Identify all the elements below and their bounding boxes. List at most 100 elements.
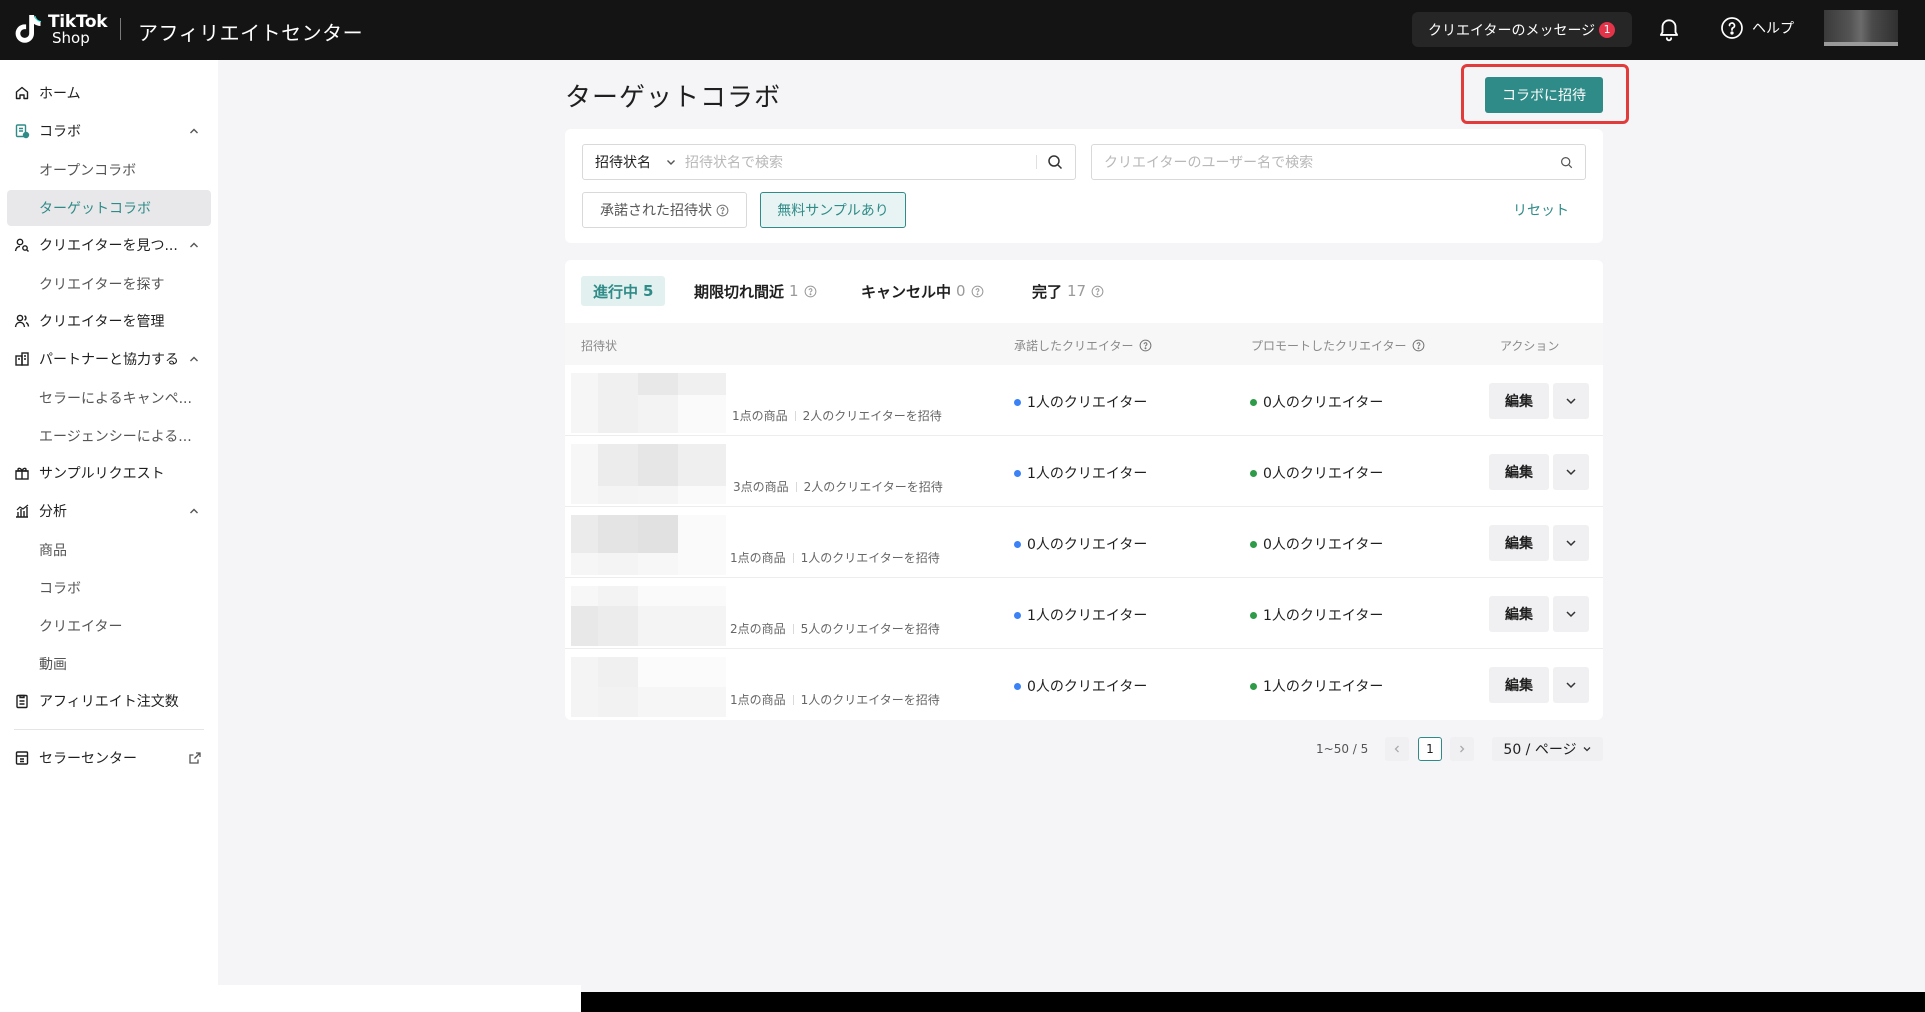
chevron-up-icon[interactable] bbox=[188, 505, 200, 517]
creator-search-placeholder[interactable]: クリエイターのユーザー名で検索 bbox=[1092, 152, 1550, 172]
invitation-select-value[interactable]: 招待状名 bbox=[583, 152, 663, 172]
table-row[interactable]: 3点の商品 2人のクリエイターを招待 1人のクリエイター 0人のクリエイター 編集 bbox=[565, 436, 1603, 507]
edit-button[interactable]: 編集 bbox=[1489, 454, 1549, 490]
column-promoted-creators: プロモートしたクリエイター bbox=[1251, 337, 1425, 354]
table-row[interactable]: 1点の商品 2人のクリエイターを招待 1人のクリエイター 0人のクリエイター 編集 bbox=[565, 365, 1603, 436]
product-count: 1点の商品 bbox=[730, 551, 786, 565]
chevron-up-icon[interactable] bbox=[188, 239, 200, 251]
sidebar-item-analytics-videos[interactable]: 動画 bbox=[39, 654, 67, 674]
chevron-down-icon[interactable] bbox=[665, 156, 677, 168]
sidebar-item-home[interactable]: ホーム bbox=[14, 83, 81, 103]
header-divider bbox=[120, 18, 121, 40]
more-actions-button[interactable] bbox=[1553, 454, 1589, 490]
accepted-creators-cell: 1人のクリエイター bbox=[1014, 463, 1147, 483]
sidebar-item-label: ホーム bbox=[39, 86, 81, 102]
invited-count: 5人のクリエイターを招待 bbox=[800, 622, 940, 636]
more-actions-button[interactable] bbox=[1553, 383, 1589, 419]
messages-badge: 1 bbox=[1599, 21, 1616, 38]
table-row[interactable]: 1点の商品 1人のクリエイターを招待 0人のクリエイター 0人のクリエイター 編集 bbox=[565, 507, 1603, 578]
tab-label: 完了 bbox=[1032, 282, 1063, 301]
sidebar-item-seller-campaign[interactable]: セラーによるキャンペ... bbox=[39, 388, 192, 408]
invitation-thumbnail bbox=[571, 586, 726, 646]
tab-count: 17 bbox=[1067, 282, 1087, 300]
question-icon bbox=[971, 285, 983, 297]
clipboard-icon bbox=[16, 694, 28, 709]
tab-count: 5 bbox=[643, 282, 654, 300]
more-actions-button[interactable] bbox=[1553, 525, 1589, 561]
more-actions-button[interactable] bbox=[1553, 667, 1589, 703]
sidebar-item-search-creators[interactable]: クリエイターを探す bbox=[39, 274, 164, 294]
sidebar-item-analytics-creators[interactable]: クリエイター bbox=[39, 616, 122, 636]
column-label: プロモートしたクリエイター bbox=[1251, 339, 1407, 353]
external-link-icon[interactable] bbox=[188, 751, 202, 765]
sidebar-item-label: 分析 bbox=[39, 504, 67, 520]
sidebar-item-target-collab[interactable]: ターゲットコラボ bbox=[39, 198, 151, 218]
product-count: 3点の商品 bbox=[733, 480, 789, 494]
sidebar-item-collab[interactable]: コラボ bbox=[14, 121, 81, 141]
invitation-search-field[interactable]: 招待状名 招待状名で検索 bbox=[582, 144, 1076, 180]
table-row[interactable]: 1点の商品 1人のクリエイターを招待 0人のクリエイター 1人のクリエイター 編集 bbox=[565, 649, 1603, 720]
sidebar-item-partner[interactable]: パートナーと協力する bbox=[14, 349, 179, 369]
sidebar-item-find-creators[interactable]: クリエイターを見つ... bbox=[14, 235, 178, 255]
chevron-left-icon bbox=[1394, 745, 1399, 753]
column-action: アクション bbox=[1500, 339, 1560, 353]
page-title: ターゲットコラボ bbox=[565, 83, 782, 113]
invitation-meta: 1点の商品 1人のクリエイターを招待 bbox=[730, 691, 940, 708]
chevron-up-icon[interactable] bbox=[188, 125, 200, 137]
edit-button[interactable]: 編集 bbox=[1489, 667, 1549, 703]
accepted-invitations-filter[interactable]: 承諾された招待状 bbox=[582, 192, 747, 228]
sidebar-item-sample-requests[interactable]: サンプルリクエスト bbox=[14, 463, 165, 483]
edit-button[interactable]: 編集 bbox=[1489, 383, 1549, 419]
building-icon bbox=[15, 352, 29, 366]
tab-completed[interactable]: 完了 17 bbox=[1032, 276, 1104, 306]
next-page-button[interactable] bbox=[1450, 737, 1474, 761]
chevron-down-icon bbox=[1566, 469, 1576, 476]
sidebar-item-label: コラボ bbox=[39, 124, 81, 140]
product-count: 2点の商品 bbox=[730, 622, 786, 636]
accepted-creators-cell: 1人のクリエイター bbox=[1014, 392, 1147, 412]
tab-label: 期限切れ間近 bbox=[694, 282, 785, 301]
help-button[interactable]: ヘルプ bbox=[1720, 16, 1794, 40]
table-row[interactable]: 2点の商品 5人のクリエイターを招待 1人のクリエイター 1人のクリエイター 編集 bbox=[565, 578, 1603, 649]
person-search-icon bbox=[14, 238, 29, 252]
sidebar-item-agency[interactable]: エージェンシーによる... bbox=[39, 426, 192, 446]
tab-expiring-soon[interactable]: 期限切れ間近 1 bbox=[694, 276, 817, 306]
pagination-range: 1~50 / 5 bbox=[1316, 742, 1369, 756]
sidebar-item-analytics-collab[interactable]: コラボ bbox=[39, 578, 81, 598]
chevron-up-icon[interactable] bbox=[188, 353, 200, 365]
free-sample-filter[interactable]: 無料サンプルあり bbox=[760, 192, 906, 228]
creator-messages-button[interactable]: クリエイターのメッセージ 1 bbox=[1412, 12, 1632, 47]
search-icon[interactable] bbox=[1047, 154, 1063, 170]
prev-page-button[interactable] bbox=[1385, 737, 1409, 761]
sidebar-item-open-collab[interactable]: オープンコラボ bbox=[39, 160, 136, 180]
sidebar-item-analytics-products[interactable]: 商品 bbox=[39, 540, 67, 560]
accepted-creators-cell: 0人のクリエイター bbox=[1014, 676, 1147, 696]
sidebar-item-analytics[interactable]: 分析 bbox=[14, 501, 67, 521]
reset-button[interactable]: リセット bbox=[1513, 200, 1569, 220]
sidebar-divider bbox=[14, 729, 204, 730]
page-number[interactable]: 1 bbox=[1418, 737, 1442, 761]
invite-collab-button[interactable]: コラボに招待 bbox=[1485, 77, 1603, 113]
filter-card: 招待状名 招待状名で検索 クリエイターのユーザー名で検索 承諾された招待状 無料… bbox=[565, 129, 1603, 243]
sidebar-item-seller-center[interactable]: セラーセンター bbox=[14, 748, 137, 768]
invitation-search-placeholder[interactable]: 招待状名で検索 bbox=[685, 152, 1036, 172]
tab-count: 0 bbox=[956, 282, 966, 300]
edit-button[interactable]: 編集 bbox=[1489, 596, 1549, 632]
sidebar-item-manage-creators[interactable]: クリエイターを管理 bbox=[14, 311, 164, 331]
invitations-table-card: 進行中 5 期限切れ間近 1 キャンセル中 0 完了 17 招待状 承諾したクリ… bbox=[565, 260, 1603, 720]
field-divider bbox=[1036, 155, 1037, 169]
column-label: 承諾したクリエイター bbox=[1014, 339, 1134, 353]
creator-search-input[interactable]: クリエイターのユーザー名で検索 bbox=[1091, 144, 1586, 180]
tiktok-shop-logo[interactable]: TikTok Shop bbox=[14, 11, 110, 49]
bell-icon[interactable] bbox=[1656, 16, 1682, 42]
page-size-select[interactable]: 50 / ページ bbox=[1492, 737, 1603, 761]
store-icon bbox=[15, 751, 29, 765]
sidebar-item-label: クリエイターを見つ... bbox=[39, 238, 178, 254]
tab-cancelling[interactable]: キャンセル中 0 bbox=[861, 276, 984, 306]
search-icon[interactable] bbox=[1560, 156, 1573, 169]
avatar[interactable] bbox=[1824, 10, 1898, 46]
edit-button[interactable]: 編集 bbox=[1489, 525, 1549, 561]
sidebar-item-affiliate-orders[interactable]: アフィリエイト注文数 bbox=[14, 691, 179, 711]
tab-in-progress[interactable]: 進行中 5 bbox=[581, 276, 666, 306]
more-actions-button[interactable] bbox=[1553, 596, 1589, 632]
